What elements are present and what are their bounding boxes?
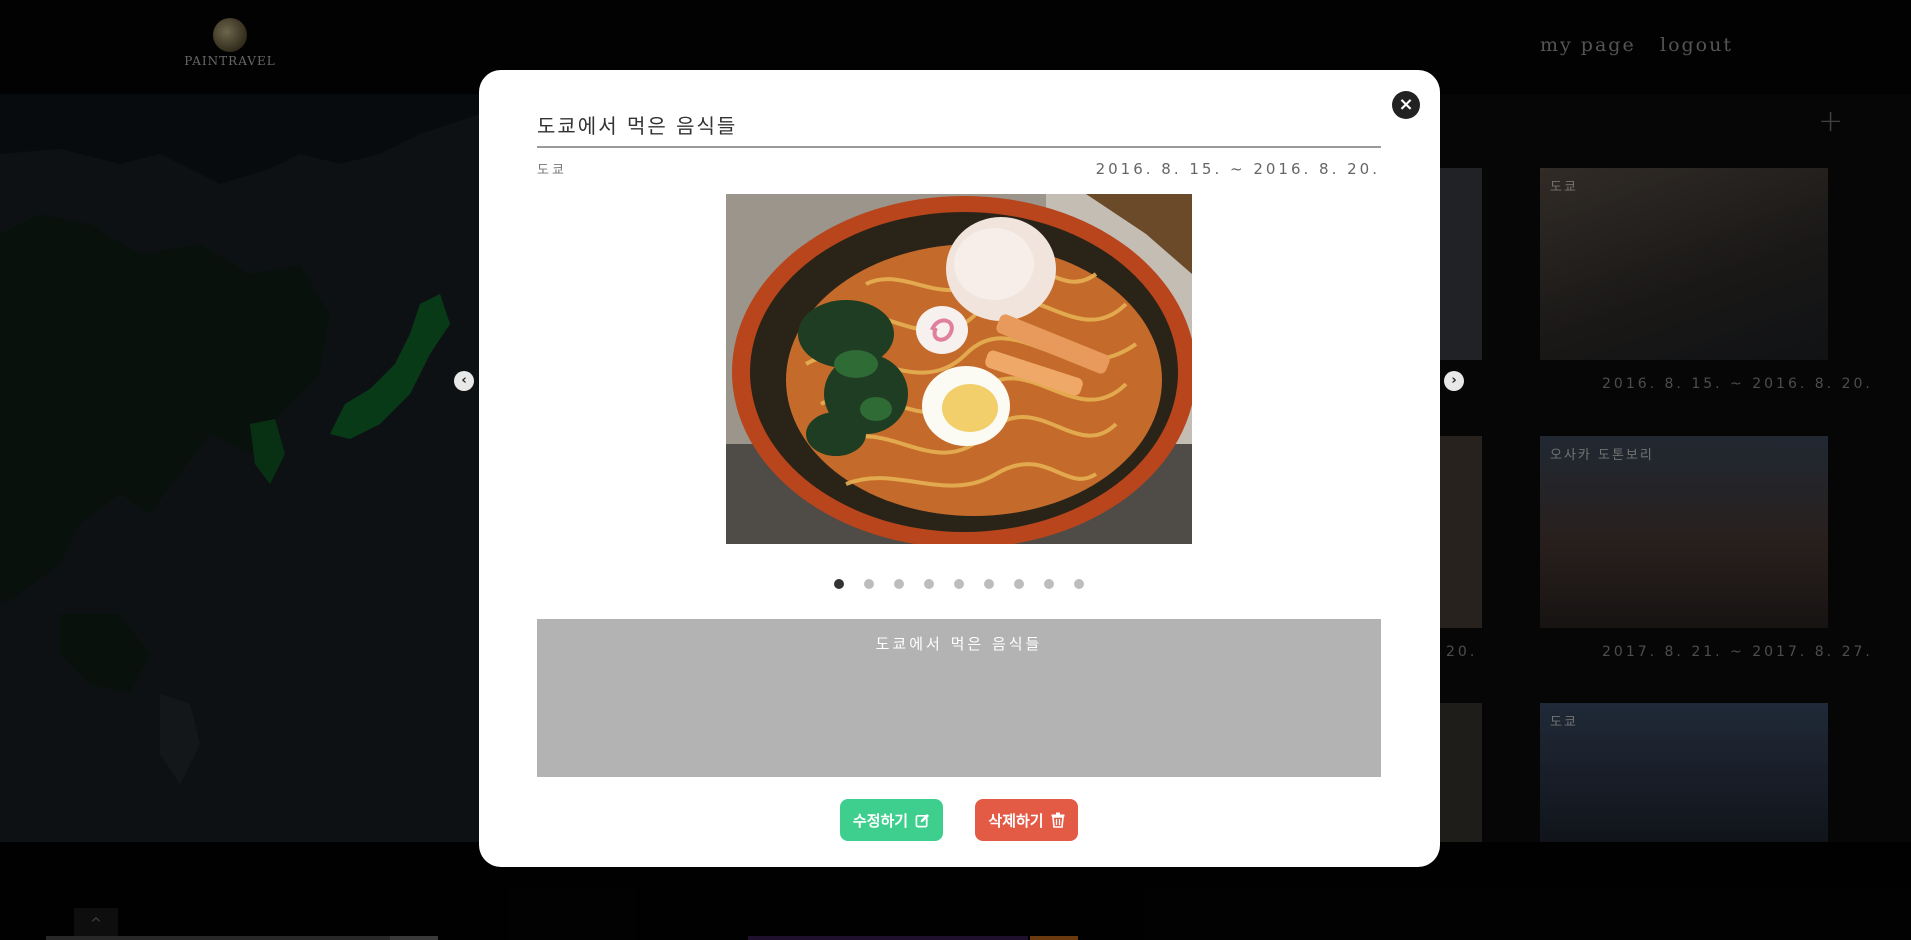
trip-dates: 2016. 8. 15. ~ 2016. 8. 20. — [1095, 160, 1380, 178]
description-box: 도쿄에서 먹은 음식들 — [537, 619, 1381, 777]
delete-button-label: 삭제하기 — [988, 811, 1044, 830]
pagination-dot[interactable] — [954, 579, 964, 589]
pagination-dot[interactable] — [1074, 579, 1084, 589]
description-text: 도쿄에서 먹은 음식들 — [875, 635, 1043, 653]
pagination-dot[interactable] — [864, 579, 874, 589]
pagination-dot[interactable] — [984, 579, 994, 589]
pagination-dot[interactable] — [1014, 579, 1024, 589]
delete-button[interactable]: 삭제하기 — [975, 799, 1078, 841]
close-icon[interactable]: × — [1392, 91, 1420, 119]
title-divider — [537, 146, 1381, 148]
edit-icon — [915, 813, 930, 827]
photo-pagination — [834, 579, 1084, 589]
pagination-dot[interactable] — [894, 579, 904, 589]
modal-title: 도쿄에서 먹은 음식들 — [537, 114, 738, 138]
pagination-dot[interactable] — [924, 579, 934, 589]
edit-button[interactable]: 수정하기 — [840, 799, 943, 841]
trash-icon — [1051, 812, 1065, 828]
edit-button-label: 수정하기 — [852, 811, 909, 830]
pagination-dot[interactable] — [1044, 579, 1054, 589]
prev-arrow-icon[interactable]: ‹ — [454, 371, 474, 391]
trip-photo — [726, 194, 1192, 544]
next-arrow-icon[interactable]: › — [1444, 371, 1464, 391]
pagination-dot[interactable] — [834, 579, 844, 589]
location-label: 도쿄 — [537, 163, 567, 178]
